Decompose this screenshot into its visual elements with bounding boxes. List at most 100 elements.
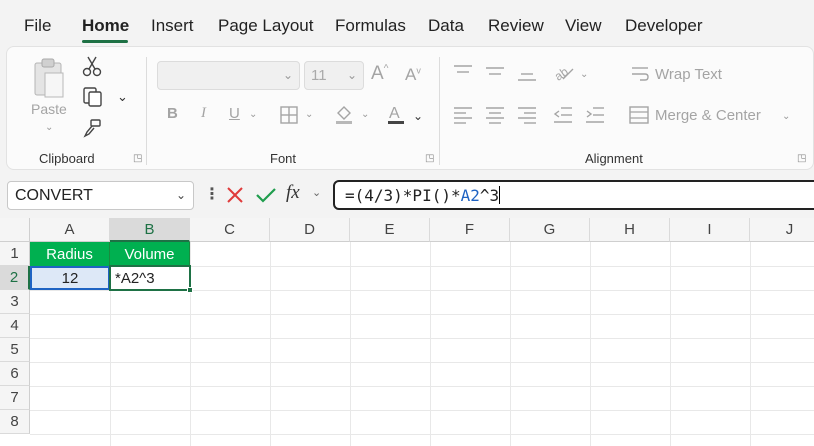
borders-icon[interactable]: [279, 105, 299, 125]
gridline: [670, 242, 671, 446]
underline-icon[interactable]: U: [229, 105, 240, 122]
borders-chevron-down-icon[interactable]: ⌄: [305, 109, 313, 120]
font-size-value: 11: [311, 67, 327, 84]
font-group-label: Font: [270, 151, 297, 166]
clipboard-group-label: Clipboard: [39, 151, 95, 166]
gridline: [430, 242, 431, 446]
column-header-b[interactable]: B: [110, 218, 190, 242]
select-all-corner[interactable]: [0, 218, 30, 242]
cell-a2[interactable]: 12: [30, 266, 110, 290]
tab-home[interactable]: Home: [82, 16, 129, 36]
font-color-chevron-down-icon[interactable]: ⌄: [413, 109, 423, 123]
column-header-c[interactable]: C: [190, 218, 270, 242]
tab-file[interactable]: File: [24, 16, 51, 36]
chevron-down-icon: ⌄: [282, 68, 293, 82]
merge-center-chevron-down-icon[interactable]: ⌄: [782, 111, 790, 122]
cut-icon[interactable]: [81, 55, 103, 77]
insert-function-icon[interactable]: fx: [286, 182, 300, 204]
alignment-launcher-icon[interactable]: ◳: [797, 153, 806, 164]
wrap-text-icon[interactable]: [631, 65, 649, 83]
ribbon: Paste ⌄ ⌄ Clipboard ◳ ⌄ 11 ⌄ A^ Av B I U…: [6, 46, 814, 170]
more-options-icon[interactable]: ⋮: [204, 184, 220, 204]
paste-label[interactable]: Paste: [31, 101, 67, 117]
wrap-text-label[interactable]: Wrap Text: [655, 66, 722, 83]
row-header-4[interactable]: 4: [0, 314, 30, 338]
fill-color-icon[interactable]: [333, 103, 355, 125]
column-header-j[interactable]: J: [750, 218, 814, 242]
tab-data[interactable]: Data: [428, 16, 464, 36]
clipboard-launcher-icon[interactable]: ◳: [133, 153, 142, 164]
column-header-d[interactable]: D: [270, 218, 350, 242]
merge-center-icon[interactable]: [629, 105, 649, 125]
column-header-f[interactable]: F: [430, 218, 510, 242]
row-header-2[interactable]: 2: [0, 266, 30, 290]
copy-icon[interactable]: [81, 85, 105, 109]
increase-indent-icon[interactable]: [585, 105, 605, 125]
formula-input[interactable]: =(4/3)*PI()*A2^3: [333, 180, 814, 210]
tab-insert[interactable]: Insert: [151, 16, 194, 36]
font-size-dropdown[interactable]: 11 ⌄: [304, 61, 364, 90]
bottom-align-icon[interactable]: [517, 65, 537, 83]
font-color-icon[interactable]: A: [385, 103, 407, 125]
font-launcher-icon[interactable]: ◳: [425, 153, 434, 164]
text-caret: [499, 186, 501, 204]
tab-formulas[interactable]: Formulas: [335, 16, 406, 36]
worksheet-grid: A B C D E F G H I J 1 2 3 4 5 6 7 8 Radi…: [0, 218, 814, 446]
increase-font-size-icon[interactable]: A^: [371, 63, 388, 85]
italic-icon[interactable]: I: [201, 105, 206, 122]
top-align-icon[interactable]: [453, 63, 473, 81]
underline-chevron-down-icon[interactable]: ⌄: [249, 109, 257, 120]
row-header-8[interactable]: 8: [0, 410, 30, 434]
tab-review[interactable]: Review: [488, 16, 544, 36]
cell-b1[interactable]: Volume: [110, 242, 190, 266]
orientation-chevron-down-icon[interactable]: ⌄: [580, 69, 588, 80]
cancel-entry-icon[interactable]: [225, 185, 245, 205]
paste-icon[interactable]: [31, 55, 67, 103]
fx-chevron-down-icon[interactable]: ⌄: [312, 186, 321, 199]
confirm-entry-icon[interactable]: [255, 185, 277, 205]
gridline: [510, 242, 511, 446]
ribbon-divider: [439, 57, 440, 165]
tab-developer[interactable]: Developer: [625, 16, 703, 36]
fill-handle[interactable]: [187, 287, 193, 293]
row-header-5[interactable]: 5: [0, 338, 30, 362]
middle-align-icon[interactable]: [485, 63, 505, 81]
column-header-g[interactable]: G: [510, 218, 590, 242]
cell-a1[interactable]: Radius: [30, 242, 110, 266]
decrease-font-size-icon[interactable]: Av: [405, 65, 421, 85]
tab-page-layout[interactable]: Page Layout: [218, 16, 313, 36]
cell-b2-active[interactable]: *A2^3: [109, 265, 193, 293]
formula-reference: A2: [460, 186, 480, 205]
fill-color-chevron-down-icon[interactable]: ⌄: [361, 109, 369, 120]
gridline: [350, 242, 351, 446]
gridline: [30, 338, 814, 339]
format-painter-icon[interactable]: [81, 117, 103, 139]
merge-center-label[interactable]: Merge & Center: [655, 107, 761, 124]
name-box[interactable]: CONVERT ⌄: [7, 181, 194, 210]
alignment-group-label: Alignment: [585, 151, 643, 166]
column-header-i[interactable]: I: [670, 218, 750, 242]
align-right-icon[interactable]: [517, 105, 537, 125]
copy-chevron-down-icon[interactable]: ⌄: [117, 89, 128, 105]
column-header-e[interactable]: E: [350, 218, 430, 242]
menu-bar: File Home Insert Page Layout Formulas Da…: [0, 0, 814, 46]
row-header-6[interactable]: 6: [0, 362, 30, 386]
decrease-indent-icon[interactable]: [553, 105, 573, 125]
row-header-7[interactable]: 7: [0, 386, 30, 410]
row-header-3[interactable]: 3: [0, 290, 30, 314]
paste-chevron-down-icon[interactable]: ⌄: [45, 122, 53, 133]
svg-text:A: A: [389, 105, 400, 122]
align-left-icon[interactable]: [453, 105, 473, 125]
font-name-dropdown[interactable]: ⌄: [157, 61, 300, 90]
tab-view[interactable]: View: [565, 16, 602, 36]
formula-prefix: =(4/3)*PI()*: [345, 186, 461, 205]
align-center-icon[interactable]: [485, 105, 505, 125]
orientation-icon[interactable]: ab: [553, 63, 575, 83]
formula-suffix: ^3: [479, 186, 500, 205]
row-header-1[interactable]: 1: [0, 242, 30, 266]
chevron-down-icon[interactable]: ⌄: [176, 188, 186, 202]
bold-icon[interactable]: B: [167, 105, 178, 122]
active-tab-indicator: [82, 40, 128, 43]
column-header-h[interactable]: H: [590, 218, 670, 242]
column-header-a[interactable]: A: [30, 218, 110, 242]
